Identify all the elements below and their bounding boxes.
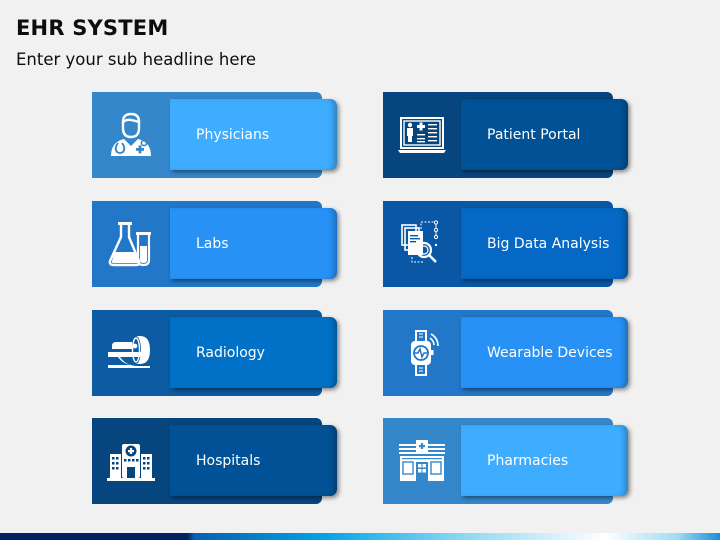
doctor-icon (92, 92, 170, 178)
card-pharmacies: Pharmacies (383, 418, 629, 504)
pharmacy-icon (383, 418, 461, 504)
card-label-panel: Big Data Analysis (461, 208, 628, 279)
card-patient-portal: Patient Portal (383, 92, 629, 178)
page-subtitle: Enter your sub headline here (16, 50, 257, 69)
patient-portal-icon (383, 92, 461, 178)
card-label: Labs (196, 235, 229, 252)
card-label: Hospitals (196, 452, 261, 469)
card-big-data-analysis: Big Data Analysis (383, 201, 629, 287)
card-label-panel: Pharmacies (461, 425, 628, 496)
bottom-gradient-bar (0, 533, 720, 540)
lab-flask-icon (92, 201, 170, 287)
card-label-panel: Labs (170, 208, 337, 279)
card-wearable-devices: Wearable Devices (383, 310, 629, 396)
smartwatch-icon (383, 310, 461, 396)
card-label-panel: Radiology (170, 317, 337, 388)
card-label-panel: Hospitals (170, 425, 337, 496)
hospital-icon (92, 418, 170, 504)
card-label: Big Data Analysis (487, 235, 610, 252)
data-analysis-icon (383, 201, 461, 287)
page-title: EHR SYSTEM (16, 16, 169, 40)
card-label-panel: Physicians (170, 99, 337, 170)
card-label: Radiology (196, 344, 265, 361)
card-label-panel: Patient Portal (461, 99, 628, 170)
card-physicians: Physicians (92, 92, 338, 178)
card-radiology: Radiology (92, 310, 338, 396)
card-labs: Labs (92, 201, 338, 287)
card-hospitals: Hospitals (92, 418, 338, 504)
card-label-panel: Wearable Devices (461, 317, 628, 388)
card-label: Pharmacies (487, 452, 569, 469)
card-label: Wearable Devices (487, 344, 613, 361)
card-label: Physicians (196, 126, 270, 143)
card-label: Patient Portal (487, 126, 581, 143)
mri-scanner-icon (92, 310, 170, 396)
